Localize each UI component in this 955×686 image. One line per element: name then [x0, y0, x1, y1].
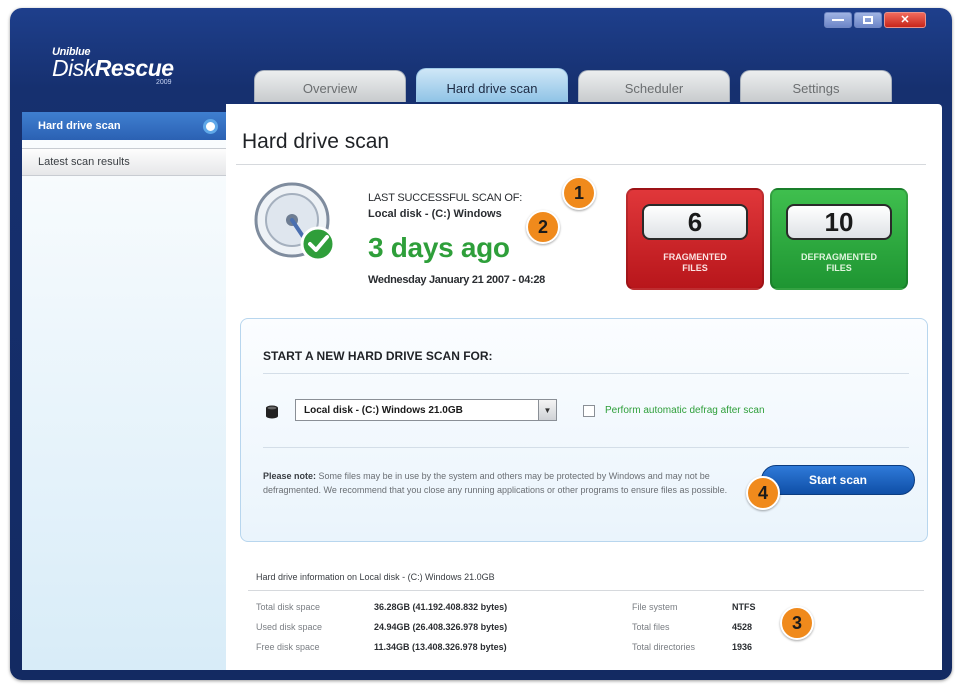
disk-select[interactable]: Local disk - (C:) Windows 21.0GB ▼	[295, 399, 557, 421]
callout-badge-3: 3	[780, 606, 814, 640]
defragmented-label: DEFRAGMENTED FILES	[801, 252, 877, 273]
last-scan-disk: Local disk - (C:) Windows	[368, 208, 502, 220]
table-row: Total disk space 36.28GB (41.192.408.832…	[256, 602, 756, 612]
last-scan-ago: 3 days ago	[368, 232, 510, 263]
product-name: DiskRescue	[52, 55, 174, 81]
defragmented-count: 10	[786, 204, 892, 240]
sidebar-item-latest-scan-results[interactable]: Latest scan results	[22, 148, 226, 176]
new-scan-panel: START A NEW HARD DRIVE SCAN FOR: Local d…	[240, 318, 928, 542]
scan-note: Please note: Some files may be in use by…	[263, 471, 728, 495]
table-row: Free disk space 11.34GB (13.408.326.978 …	[256, 642, 753, 652]
page-title: Hard drive scan	[242, 130, 390, 153]
disk-info-title: Hard drive information on Local disk - (…	[256, 572, 495, 582]
callout-badge-1: 1	[562, 176, 596, 210]
tab-overview[interactable]: Overview	[254, 70, 406, 102]
sidebar-item-label: Latest scan results	[38, 156, 130, 168]
drive-icon	[266, 405, 278, 419]
minimize-icon	[832, 19, 844, 21]
close-icon: ✕	[900, 13, 910, 26]
window-controls: ✕	[824, 12, 926, 28]
sidebar: Hard drive scan Latest scan results	[22, 112, 226, 670]
hard-disk-check-icon	[254, 182, 336, 262]
tab-scheduler[interactable]: Scheduler	[578, 70, 730, 102]
divider	[236, 164, 926, 165]
divider	[263, 373, 909, 374]
fragmented-files-stat: 6 FRAGMENTED FILES	[626, 188, 764, 290]
chevron-down-icon[interactable]: ▼	[538, 400, 556, 420]
minimize-button[interactable]	[824, 12, 852, 28]
close-button[interactable]: ✕	[884, 12, 926, 28]
auto-defrag-label: Perform automatic defrag after scan	[605, 405, 765, 416]
tab-settings[interactable]: Settings	[740, 70, 892, 102]
callout-badge-4: 4	[746, 476, 780, 510]
divider	[248, 590, 924, 591]
main-tabs: Overview Hard drive scan Scheduler Setti…	[254, 68, 892, 102]
callout-badge-2: 2	[526, 210, 560, 244]
defragmented-files-stat: 10 DEFRAGMENTED FILES	[770, 188, 908, 290]
divider	[263, 447, 909, 448]
sidebar-item-label: Hard drive scan	[38, 120, 121, 132]
new-scan-heading: START A NEW HARD DRIVE SCAN FOR:	[263, 349, 493, 363]
fragmented-count: 6	[642, 204, 748, 240]
app-logo: Uniblue DiskRescue 2009	[52, 46, 174, 86]
last-scan-date: Wednesday January 21 2007 - 04:28	[368, 274, 546, 286]
maximize-icon	[863, 16, 873, 24]
tab-hard-drive-scan[interactable]: Hard drive scan	[416, 68, 568, 102]
table-row: Used disk space 24.94GB (26.408.326.978 …	[256, 622, 753, 632]
start-scan-button[interactable]: Start scan	[761, 465, 915, 495]
selected-bullet-icon	[203, 118, 218, 134]
auto-defrag-checkbox[interactable]	[583, 405, 595, 417]
maximize-button[interactable]	[854, 12, 882, 28]
fragmented-label: FRAGMENTED FILES	[663, 252, 727, 273]
last-scan-label: LAST SUCCESSFUL SCAN OF:	[368, 192, 523, 204]
sidebar-item-hard-drive-scan[interactable]: Hard drive scan	[22, 112, 226, 140]
disk-select-value: Local disk - (C:) Windows 21.0GB	[304, 404, 463, 416]
